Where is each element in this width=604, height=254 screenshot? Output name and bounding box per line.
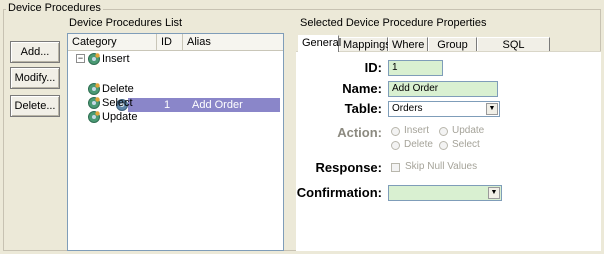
tab-sql-statement[interactable]: SQL Statement <box>477 37 550 66</box>
action-delete-radio[interactable] <box>391 141 400 150</box>
modify-button[interactable]: Modify... <box>10 67 60 89</box>
row-id: 1 <box>164 99 171 111</box>
confirmation-label: Confirmation: <box>296 185 382 200</box>
group-title: Device Procedures <box>6 2 103 14</box>
name-field[interactable]: Add Order <box>388 81 498 97</box>
name-label: Name: <box>342 81 382 96</box>
tab-group-by[interactable]: Group By <box>428 37 477 66</box>
table-dropdown-value: Orders <box>392 103 423 114</box>
action-select-radio[interactable] <box>439 141 448 150</box>
action-insert-radio[interactable] <box>391 127 400 136</box>
action-label: Action: <box>337 125 382 140</box>
collapse-toggle[interactable]: − <box>76 54 85 63</box>
column-header-category[interactable]: Category <box>68 34 157 50</box>
action-update-radio[interactable] <box>439 127 448 136</box>
properties-title: Selected Device Procedure Properties <box>300 17 487 29</box>
gear-icon <box>88 97 100 109</box>
add-button[interactable]: Add... <box>10 41 60 63</box>
tree-item-delete[interactable]: Delete <box>102 82 134 96</box>
tab-general[interactable]: General <box>298 35 341 52</box>
list-header: Category ID Alias <box>68 34 283 51</box>
gear-icon <box>88 83 100 95</box>
tree-item-select[interactable]: Select <box>102 96 133 110</box>
response-label: Response: <box>315 160 382 175</box>
tab-where[interactable]: Where <box>388 37 428 52</box>
chevron-down-icon[interactable]: ▼ <box>488 187 500 199</box>
list-title: Device Procedures List <box>69 17 183 29</box>
skip-null-values-checkbox[interactable] <box>391 163 400 172</box>
tree-item-update[interactable]: Update <box>102 110 137 124</box>
action-insert-label: Insert <box>404 125 430 136</box>
action-delete-label: Delete <box>404 139 433 150</box>
procedures-tree-list[interactable]: Category ID Alias − Insert 1 Add Order D… <box>67 33 284 251</box>
general-tab-panel: ID: 1 Name: Add Order Table: Orders ▼ Ac… <box>296 51 601 251</box>
tree-item-insert[interactable]: Insert <box>102 52 130 66</box>
confirmation-dropdown[interactable]: ▼ <box>388 185 502 201</box>
id-label: ID: <box>364 60 382 75</box>
delete-button[interactable]: Delete... <box>10 95 60 117</box>
gear-icon <box>88 53 100 65</box>
selected-procedure-row[interactable]: 1 Add Order <box>128 98 280 112</box>
id-field[interactable]: 1 <box>388 60 443 76</box>
tab-mappings[interactable]: Mappings <box>339 37 391 52</box>
chevron-down-icon[interactable]: ▼ <box>486 103 498 115</box>
column-header-id[interactable]: ID <box>157 34 183 50</box>
table-dropdown[interactable]: Orders ▼ <box>388 101 500 117</box>
action-select-label: Select <box>452 139 480 150</box>
action-update-label: Update <box>452 125 485 136</box>
row-alias: Add Order <box>192 99 243 111</box>
table-label: Table: <box>344 101 382 116</box>
column-header-alias[interactable]: Alias <box>183 34 283 50</box>
gear-icon <box>88 111 100 123</box>
skip-null-values-label: Skip Null Values <box>405 161 478 172</box>
